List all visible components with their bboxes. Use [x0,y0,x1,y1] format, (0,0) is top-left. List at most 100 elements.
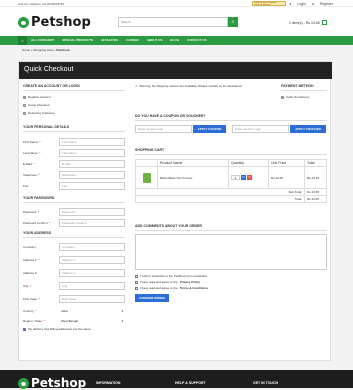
fax-field[interactable]: Fax [59,181,125,190]
login-link[interactable]: Login [297,2,306,6]
apply-coupon-button[interactable]: APPLY COUPON [193,125,226,133]
telephone-row: Telephone: * Telephone [23,170,125,179]
nav-career[interactable]: CAREER [122,36,143,45]
newsletter-checkbox[interactable] [135,274,138,278]
radio-cod[interactable] [281,95,284,99]
password-field[interactable]: Password [59,207,125,216]
header: Petshop ⌕ 1 item(s) - Rs.13.65 [0,7,353,36]
option-label: Guest Checkout [28,103,50,107]
breadcrumb-cart[interactable]: Shopping Cart [33,48,52,52]
telephone-field[interactable]: Telephone [59,170,125,179]
search-button[interactable]: ⌕ [228,17,238,27]
voucher-input[interactable]: Enter voucher code [232,125,289,133]
postcode-row: Post Code: * Post Code [23,294,125,303]
city-field[interactable]: City [59,281,125,290]
nav-blog[interactable]: BLOG [166,36,183,45]
radio-returning[interactable] [23,111,26,115]
terms-link[interactable]: Terms & Conditions [180,286,208,290]
breadcrumb-checkout[interactable]: Checkout [56,48,70,52]
returning-customer-option[interactable]: Returning Customer [23,111,125,115]
same-address-checkbox-row[interactable]: My delivery and billing addresses are th… [23,327,125,331]
required-mark: * [43,318,45,323]
nav-affiliates[interactable]: AFFILIATES [97,36,122,45]
option-label: Register Account [28,95,51,99]
user-icon: ● [289,1,292,6]
radio-register[interactable] [23,95,26,99]
company-field[interactable]: Company [59,242,125,251]
footer-touch-heading: GET IN TOUCH [253,381,279,385]
guest-checkout-option[interactable]: Guest Checkout [23,103,125,107]
refresh-icon[interactable]: ↻ [241,175,246,180]
warning-text: Warning: No Shipping options are availab… [139,84,243,88]
label-text: Address 1: [23,257,38,262]
search-input[interactable] [118,17,228,27]
email-field[interactable]: E-Mail [59,159,125,168]
nav-all-category[interactable]: ALL CATEGORY [27,36,58,45]
address2-field[interactable]: Address 2 [59,268,125,277]
page-title: Quick Checkout [19,62,332,79]
email-label: E-Mail: * [23,162,59,166]
register-account-option[interactable]: Register Account [23,95,125,99]
register-link[interactable]: Register [320,2,333,6]
comments-textarea[interactable] [135,234,327,270]
same-address-checkbox[interactable] [23,327,26,331]
label-text: Region / State: [23,318,43,323]
address1-label: Address 1: * [23,258,59,262]
top-bar: Call Our Helpline +91 8918648750 100% Se… [0,0,353,7]
password-confirm-field[interactable]: Password Confirm [59,218,125,227]
subtotal-row: Sub-Total: Rs.13.65 [135,188,327,196]
col-image [135,159,158,167]
col-product-name: Product Name [157,159,229,167]
logo[interactable]: Petshop [18,15,91,30]
email-row: E-Mail: * E-Mail [23,159,125,168]
label-text: City: [23,283,29,288]
nav-special-products[interactable]: SPECIAL PRODUCTS [58,36,97,45]
comments-section: ADD COMMENTS ABOUT YOUR ORDER I wish to … [135,224,327,302]
home-icon[interactable]: ⌂ [18,36,27,45]
cod-option[interactable]: Cash On Delivery [281,95,327,99]
cart-icon [321,20,327,25]
paw-icon [18,17,29,28]
address2-label: Address 2: [23,271,59,275]
warning-icon: ⚠ [135,84,138,88]
region-select[interactable]: West Bengal [59,317,125,325]
label-text: Fax: [23,183,29,188]
privacy-link[interactable]: Privacy Policy [180,280,200,284]
cart-summary[interactable]: 1 item(s) - Rs.13.65 [289,20,327,25]
first-name-field[interactable]: First Name [59,137,125,146]
apply-voucher-button[interactable]: APPLY VOUCHER [290,125,326,133]
confirm-order-button[interactable]: CONFIRM ORDER [135,294,169,302]
country-select[interactable]: India [59,307,125,315]
required-mark: * [49,220,51,225]
address-heading: YOUR ADDRESS [23,231,125,238]
total-label: Total: [135,195,305,203]
radio-guest[interactable] [23,103,26,107]
nav-about-us[interactable]: ABOUT US [143,36,167,45]
address1-field[interactable]: Address 1 [59,255,125,264]
remove-icon[interactable]: ✕ [247,175,252,180]
nav-contact-us[interactable]: CONTACT US [183,36,210,45]
privacy-checkbox[interactable] [135,280,138,284]
product-image-cell [135,166,158,189]
label-text: Last Name: [23,150,39,155]
product-image[interactable] [142,172,151,183]
newsletter-row[interactable]: I wish to subscribe to the PetShop.Com n… [135,274,327,278]
terms-checkbox[interactable] [135,286,138,290]
payment-method: PAYMENT METHOD Cash On Delivery [281,84,327,99]
quantity-input[interactable]: 1 [231,175,240,180]
city-row: City: * City [23,281,125,290]
payment-heading: PAYMENT METHOD [281,84,327,91]
privacy-row[interactable]: I have read and agree to the Privacy Pol… [135,280,327,284]
fax-label: Fax: [23,184,59,188]
coupon-section: DO YOU HAVE A COUPON OR VOUCHER? Enter c… [135,114,327,133]
postcode-field[interactable]: Post Code [59,294,125,303]
last-name-field[interactable]: Last Name [59,148,125,157]
breadcrumb: Home » Shopping Cart » Checkout [22,48,70,52]
subtotal-value: Rs.13.65 [304,188,327,196]
breadcrumb-home[interactable]: Home [22,48,30,52]
coupon-input[interactable]: Enter coupon code [135,125,192,133]
terms-row[interactable]: I have read and agree to the Terms & Con… [135,286,327,290]
product-name[interactable]: Birdie Basic Perch Cups [157,166,229,189]
table-row: Birdie Basic Perch Cups 1 ↻ ✕ Rs.13.65 R… [135,166,327,189]
cart-heading: SHOPPING CART [135,148,327,155]
